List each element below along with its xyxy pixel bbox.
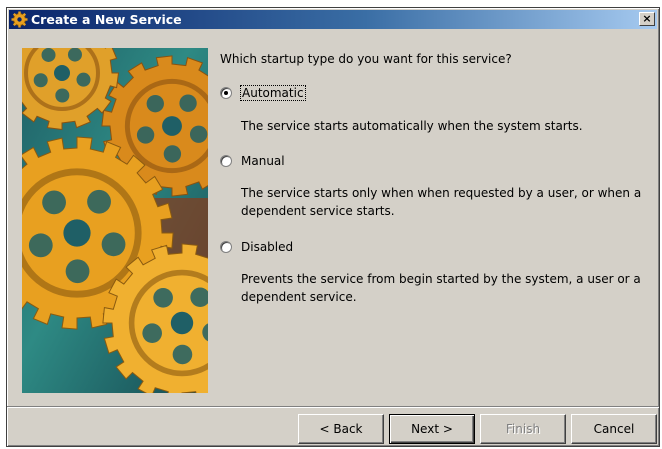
manual-radio-button[interactable] bbox=[220, 155, 232, 167]
automatic-radio-button[interactable] bbox=[220, 87, 232, 99]
gears-illustration bbox=[22, 48, 208, 393]
window-title: Create a New Service bbox=[31, 12, 182, 27]
automatic-radio-option[interactable]: Automatic bbox=[220, 85, 306, 101]
next-button[interactable]: Next > bbox=[389, 414, 475, 444]
back-button[interactable]: < Back bbox=[298, 414, 384, 444]
button-bar-separator bbox=[7, 406, 659, 408]
create-service-dialog: Create a New Service × Which startup typ… bbox=[6, 7, 660, 447]
title-bar[interactable]: Create a New Service × bbox=[9, 10, 657, 29]
automatic-label[interactable]: Automatic bbox=[240, 85, 306, 101]
automatic-description: The service starts automatically when th… bbox=[241, 119, 583, 133]
disabled-description: Prevents the service from begin started … bbox=[241, 272, 641, 304]
startup-type-question: Which startup type do you want for this … bbox=[220, 52, 512, 66]
manual-description: The service starts only when when reques… bbox=[241, 186, 642, 218]
manual-radio-option[interactable]: Manual bbox=[220, 154, 285, 168]
cancel-button[interactable]: Cancel bbox=[571, 414, 657, 444]
disabled-label[interactable]: Disabled bbox=[241, 240, 293, 254]
close-icon: × bbox=[642, 12, 652, 25]
finish-button[interactable]: Finish bbox=[480, 414, 566, 444]
disabled-radio-button[interactable] bbox=[220, 241, 232, 253]
close-button[interactable]: × bbox=[639, 12, 655, 26]
gear-app-icon bbox=[11, 11, 28, 28]
disabled-radio-option[interactable]: Disabled bbox=[220, 240, 293, 254]
manual-label[interactable]: Manual bbox=[241, 154, 285, 168]
